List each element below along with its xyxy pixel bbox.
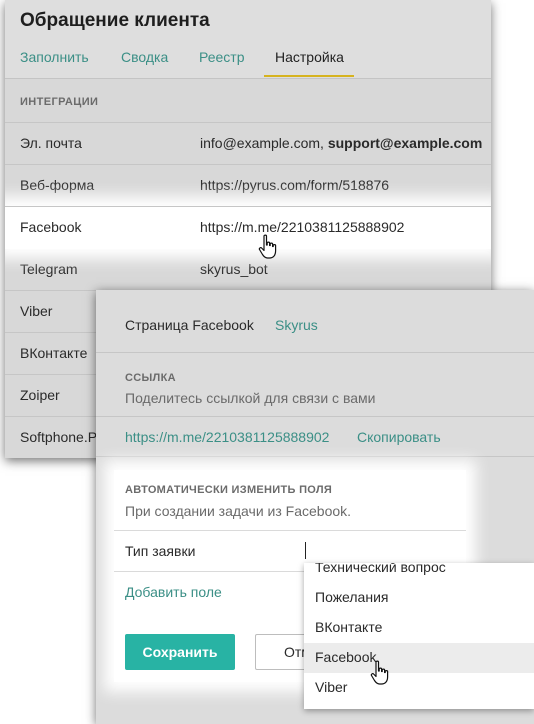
dropdown-option-wishes[interactable]: Пожелания (304, 583, 534, 613)
integration-label: Zoiper (20, 387, 60, 403)
integration-label: Viber (20, 303, 53, 319)
section-caption-integrations: ИНТЕГРАЦИИ (20, 96, 99, 108)
integration-label: Facebook (20, 219, 82, 235)
request-type-field-label: Тип заявки (125, 543, 196, 559)
integration-row-email[interactable]: Эл. почта info@example.com, support@exam… (5, 122, 491, 165)
facebook-page-label: Страница Facebook (125, 317, 254, 333)
integration-row-webform[interactable]: Веб-форма https://pyrus.com/form/518876 (5, 164, 491, 207)
dropdown-option-viber[interactable]: Viber (304, 673, 534, 703)
add-field-link[interactable]: Добавить поле (125, 584, 222, 600)
integration-value: info@example.com, support@example.com (200, 135, 483, 151)
page-title: Обращение клиента (20, 10, 210, 31)
facebook-link-url[interactable]: https://m.me/2210381125888902 (125, 429, 329, 445)
auto-change-caption: АВТОМАТИЧЕСКИ ИЗМЕНИТЬ ПОЛЯ (125, 484, 333, 496)
facebook-page-link[interactable]: Skyrus (275, 317, 318, 333)
divider (114, 530, 466, 531)
integration-value: https://m.me/2210381125888902 (200, 219, 405, 235)
dropdown-option-facebook[interactable]: Facebook (304, 643, 534, 673)
dropdown-option-tech-question[interactable]: Технический вопрос (304, 563, 534, 583)
integration-label: Telegram (20, 261, 78, 277)
active-tab-indicator (264, 75, 354, 77)
tab-settings[interactable]: Настройка (275, 49, 344, 65)
integration-value: skyrus_bot (200, 261, 268, 277)
tab-registry[interactable]: Реестр (199, 49, 245, 65)
auto-change-description: При создании задачи из Facebook. (125, 503, 352, 519)
save-button[interactable]: Сохранить (125, 634, 235, 670)
tab-fill[interactable]: Заполнить (20, 49, 89, 65)
copy-link-button[interactable]: Скопировать (357, 429, 441, 445)
dialog-header: Страница Facebook Skyrus (96, 290, 534, 353)
integration-label: ВКонтакте (20, 345, 88, 361)
hand-pointer-icon (258, 234, 277, 259)
tab-summary[interactable]: Сводка (121, 49, 168, 65)
divider (96, 456, 534, 457)
dropdown-option-vkontakte[interactable]: ВКонтакте (304, 613, 534, 643)
integration-label: Эл. почта (20, 135, 82, 151)
link-section-description: Поделитесь ссылкой для связи с вами (125, 390, 376, 406)
text-caret[interactable] (305, 542, 306, 559)
integration-row-facebook[interactable]: Facebook https://m.me/2210381125888902 (5, 206, 491, 249)
link-section-caption: ССЫЛКА (125, 372, 176, 384)
divider (96, 416, 534, 417)
request-type-dropdown[interactable]: Технический вопрос Пожелания ВКонтакте F… (304, 563, 534, 709)
hand-pointer-icon (370, 660, 389, 685)
integration-value: https://pyrus.com/form/518876 (200, 177, 390, 193)
integration-row-telegram[interactable]: Telegram skyrus_bot (5, 248, 491, 291)
panel-header: Обращение клиента Заполнить Сводка Реест… (5, 0, 491, 79)
integration-label: Веб-форма (20, 177, 95, 193)
